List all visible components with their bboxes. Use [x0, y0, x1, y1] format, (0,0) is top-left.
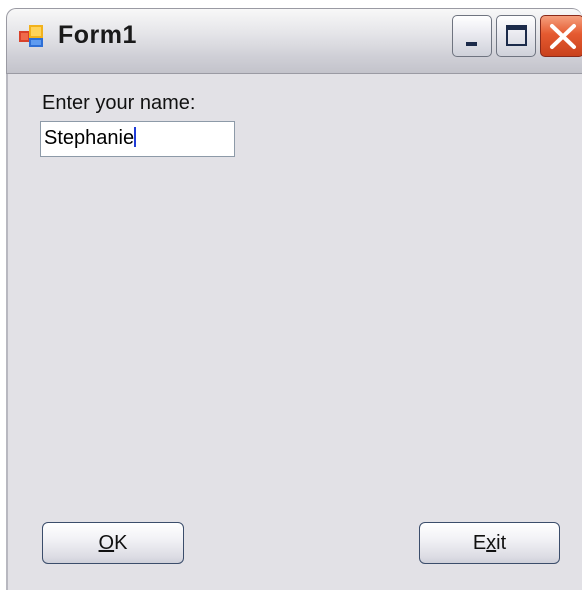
- form1-window: Form1 Enter your name: Stephanie OK Exit: [0, 0, 582, 590]
- name-input-value: Stephanie: [44, 127, 135, 149]
- winforms-app-icon: [19, 25, 43, 47]
- minimize-icon: [466, 42, 477, 46]
- name-label: Enter your name:: [42, 92, 196, 114]
- exit-button-label-start: E: [472, 532, 487, 554]
- maximize-button[interactable]: [496, 15, 536, 57]
- window-title: Form1: [58, 21, 137, 49]
- maximize-icon: [506, 25, 527, 46]
- close-button[interactable]: [540, 15, 582, 57]
- text-caret: [134, 127, 137, 147]
- ok-button-mnemonic: O: [98, 532, 115, 554]
- minimize-button[interactable]: [452, 15, 492, 57]
- name-input[interactable]: Stephanie: [40, 121, 235, 157]
- ok-button[interactable]: OK: [42, 522, 184, 564]
- close-icon: [550, 24, 576, 49]
- exit-button-mnemonic: x: [486, 532, 497, 554]
- exit-button[interactable]: Exit: [419, 522, 560, 564]
- ok-button-label-rest: K: [114, 532, 128, 554]
- exit-button-label-end: it: [496, 532, 507, 554]
